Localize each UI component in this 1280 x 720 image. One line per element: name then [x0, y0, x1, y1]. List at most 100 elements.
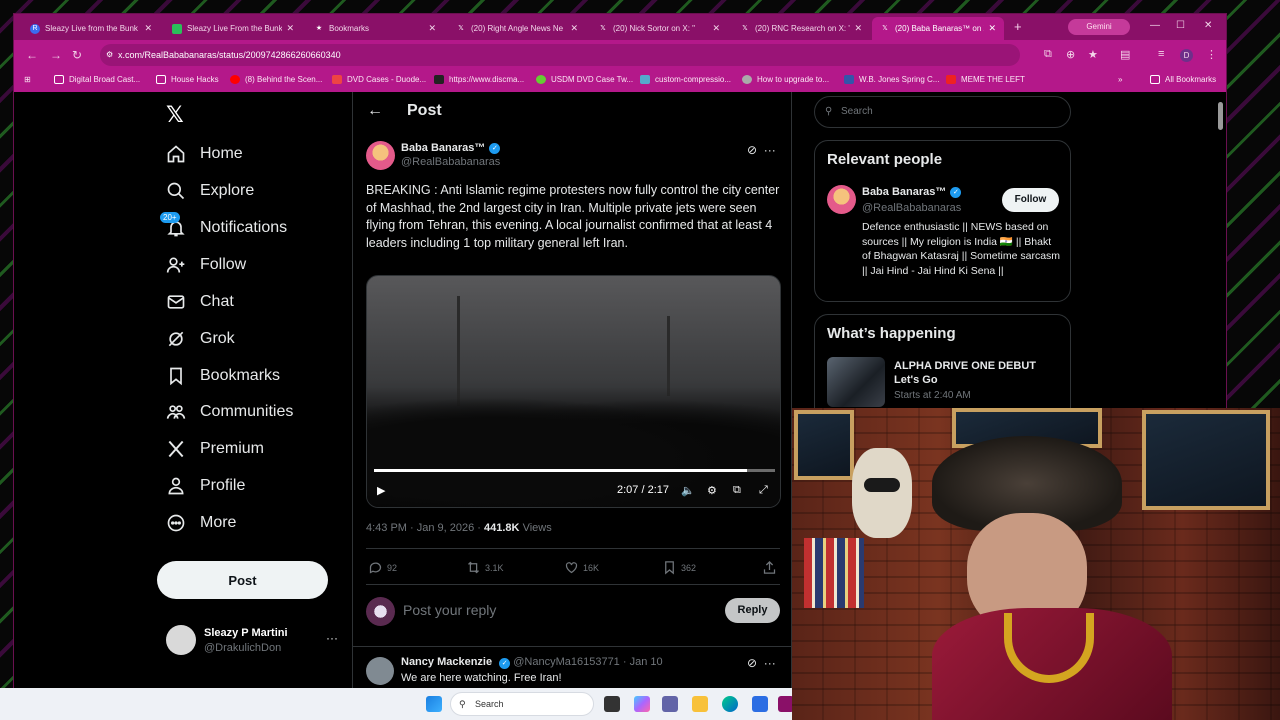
sidebar-item-bookmarks[interactable]: Bookmarks	[166, 360, 280, 392]
more-icon[interactable]: ···	[326, 631, 338, 645]
fullscreen-icon[interactable]: ⤢	[759, 484, 768, 497]
person-name[interactable]: Baba Banaras™ ✓	[862, 186, 962, 198]
post-button[interactable]: Post	[157, 561, 328, 599]
trend-thumbnail[interactable]	[827, 357, 885, 407]
sidebar-item-notifications[interactable]: 20+ Notifications	[160, 212, 287, 244]
sidebar-item-home[interactable]: Home	[166, 138, 243, 170]
settings-icon[interactable]: ⚙	[707, 484, 717, 497]
author-name[interactable]: Baba Banaras™ ✓	[401, 142, 501, 154]
bookshelf	[804, 538, 864, 608]
back-arrow-icon[interactable]: ←	[367, 102, 383, 120]
x-logo[interactable]: 𝕏	[166, 102, 184, 128]
scrollbar-thumb[interactable]	[1218, 102, 1223, 130]
bookmark-item[interactable]: W.B. Jones Spring C...	[844, 75, 939, 84]
account-switcher[interactable]: Sleazy P Martini @DrakulichDon ···	[166, 625, 346, 657]
menu-icon[interactable]: ⋮	[1206, 48, 1217, 61]
volume-icon[interactable]: 🔈	[681, 484, 695, 497]
zoom-icon[interactable]: ⊕	[1066, 48, 1075, 61]
copilot-icon[interactable]	[634, 696, 650, 712]
close-icon[interactable]: ✕	[428, 23, 436, 34]
search-input[interactable]: ⚲ Search	[814, 96, 1071, 128]
person-handle[interactable]: @RealBababanaras	[862, 202, 961, 214]
tab-3[interactable]: ★ Bookmarks ✕	[306, 17, 444, 40]
all-bookmarks[interactable]: All Bookmarks	[1150, 75, 1216, 84]
bookmark-item[interactable]: https://www.discma...	[434, 75, 524, 84]
close-icon[interactable]: ✕	[988, 23, 996, 34]
video-player[interactable]: ▶ 2:07 / 2:17 🔈 ⚙ ⧉ ⤢	[366, 275, 781, 508]
reply-button[interactable]: 92	[368, 560, 397, 575]
profile-avatar[interactable]: D	[1180, 49, 1193, 62]
close-icon[interactable]: ✕	[854, 23, 862, 34]
sidebar-item-communities[interactable]: Communities	[166, 396, 293, 428]
close-icon[interactable]: ✕	[712, 23, 720, 34]
bookmark-item[interactable]: MEME THE LEFT	[946, 75, 1025, 84]
back-icon[interactable]: ←	[26, 48, 38, 62]
play-icon[interactable]: ▶	[377, 484, 385, 497]
tab-6[interactable]: 𝕏 (20) RNC Research on X: " ✕	[732, 17, 870, 40]
sidebar-item-chat[interactable]: Chat	[166, 286, 234, 318]
more-icon[interactable]: ···	[764, 143, 776, 157]
apps-icon[interactable]: ⊞	[24, 75, 31, 84]
reply-input[interactable]: Post your reply	[403, 602, 496, 618]
share-button[interactable]	[762, 560, 781, 575]
media-icon[interactable]: ≡	[1158, 48, 1164, 60]
close-icon[interactable]: ✕	[286, 23, 294, 34]
sidebar-item-premium[interactable]: Premium	[166, 433, 264, 465]
new-tab-button[interactable]: +	[1014, 19, 1022, 34]
tab-1[interactable]: R Sleazy Live from the Bunk ✕	[22, 17, 160, 40]
repost-button[interactable]: 3.1K	[466, 560, 504, 575]
sidebar-item-grok[interactable]: Grok	[166, 323, 235, 355]
bookmark-item[interactable]: Digital Broad Cast...	[54, 75, 140, 84]
more-icon[interactable]: ···	[764, 656, 776, 670]
avatar[interactable]	[366, 141, 395, 170]
trend-title[interactable]: ALPHA DRIVE ONE DEBUT Let's Go	[894, 359, 1064, 387]
install-icon[interactable]: ⧉	[1044, 48, 1052, 61]
bookmark-star-icon[interactable]: ★	[1088, 48, 1098, 61]
windows-start-icon[interactable]	[426, 696, 442, 712]
extensions-icon[interactable]: ▤	[1120, 48, 1130, 61]
grok-icon[interactable]: ⊘	[747, 143, 757, 157]
bookmark-item[interactable]: How to upgrade to...	[742, 75, 829, 84]
tab-4[interactable]: 𝕏 (20) Right Angle News Ne ✕	[448, 17, 586, 40]
more-bookmarks-icon[interactable]: »	[1118, 75, 1122, 84]
bookmark-item[interactable]: custom-compressio...	[640, 75, 731, 84]
minimize-icon[interactable]: —	[1150, 20, 1160, 31]
teams-icon[interactable]	[662, 696, 678, 712]
tab-7-active[interactable]: 𝕏 (20) Baba Banaras™ on X: ✕	[872, 17, 1004, 40]
maximize-icon[interactable]: ☐	[1176, 20, 1185, 31]
taskbar-search[interactable]: ⚲ Search	[450, 692, 594, 716]
sidebar-item-explore[interactable]: Explore	[166, 175, 254, 207]
avatar[interactable]	[366, 657, 394, 685]
bookmark-item[interactable]: House Hacks	[156, 75, 219, 84]
video-progress-bar[interactable]	[374, 469, 775, 472]
reload-icon[interactable]: ↻	[72, 48, 82, 62]
site-info-icon[interactable]: ⚙	[106, 44, 113, 66]
close-window-icon[interactable]: ✕	[1204, 20, 1212, 31]
pip-icon[interactable]: ⧉	[733, 484, 741, 497]
follow-button[interactable]: Follow	[1002, 188, 1059, 212]
avatar[interactable]	[827, 185, 856, 214]
forward-icon[interactable]: →	[50, 48, 62, 62]
close-icon[interactable]: ✕	[144, 23, 152, 34]
url-field[interactable]: ⚙ x.com/RealBababanaras/status/2009742866…	[100, 44, 1020, 66]
like-button[interactable]: 16K	[564, 560, 599, 575]
sidebar-item-profile[interactable]: Profile	[166, 470, 245, 502]
reply-submit-button[interactable]: Reply	[725, 598, 780, 623]
tab-5[interactable]: 𝕏 (20) Nick Sortor on X: " ✕	[590, 17, 728, 40]
bookmark-item[interactable]: DVD Cases - Duode...	[332, 75, 426, 84]
edge-icon[interactable]	[722, 696, 738, 712]
bookmark-item[interactable]: (8) Behind the Scen...	[230, 75, 322, 84]
file-explorer-icon[interactable]	[692, 696, 708, 712]
close-icon[interactable]: ✕	[570, 23, 578, 34]
sidebar-item-more[interactable]: More	[166, 507, 236, 539]
bookmark-item[interactable]: USDM DVD Case Tw...	[536, 75, 633, 84]
bookmark-button[interactable]: 362	[662, 560, 696, 575]
sidebar-item-follow[interactable]: Follow	[166, 249, 246, 281]
tab-2[interactable]: Sleazy Live From the Bunk ✕	[164, 17, 302, 40]
task-view-icon[interactable]	[604, 696, 620, 712]
author-handle[interactable]: @RealBababanaras	[401, 156, 500, 168]
gemini-button[interactable]: Gemini	[1068, 19, 1130, 35]
store-icon[interactable]	[752, 696, 768, 712]
comment-author[interactable]: Nancy Mackenzie ✓ @NancyMa16153771 · Jan…	[401, 656, 663, 669]
grok-icon[interactable]: ⊘	[747, 656, 757, 670]
